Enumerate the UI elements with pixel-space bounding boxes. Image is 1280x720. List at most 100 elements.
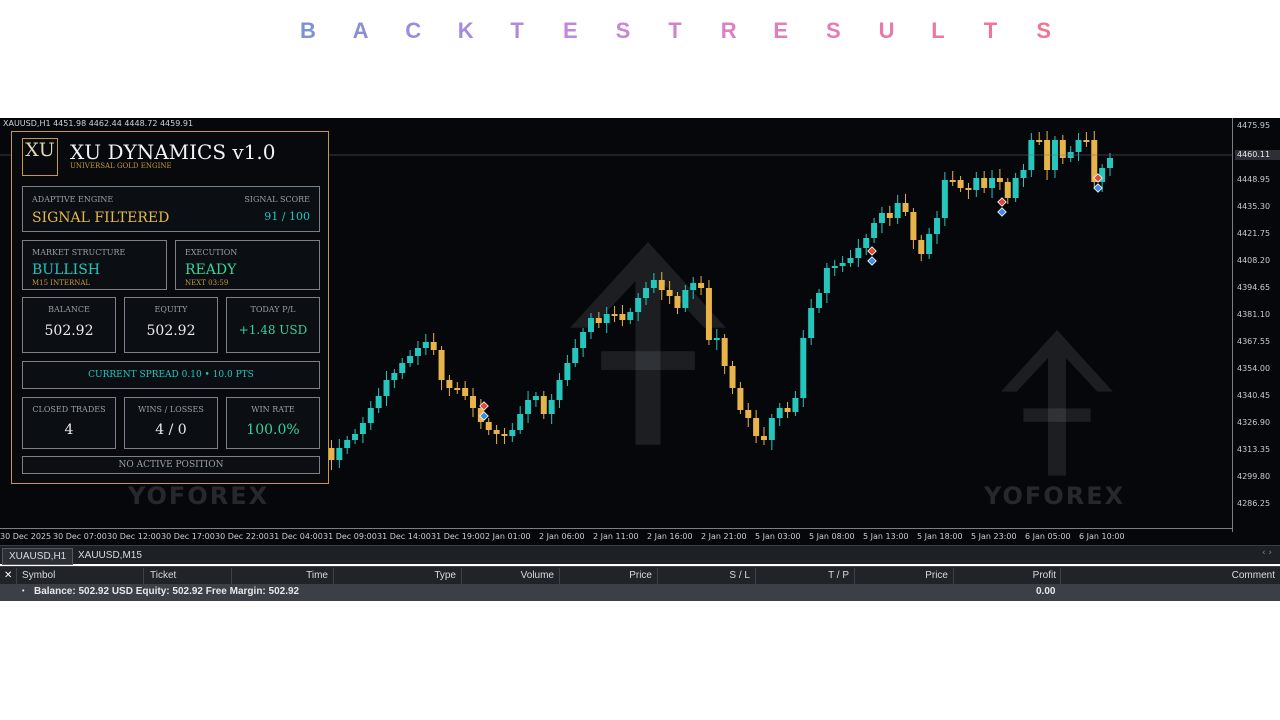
tab-xauusd-m15[interactable]: XAUUSD,M15 (72, 548, 148, 563)
time-tick-label: 31 Dec 14:00 (377, 532, 431, 541)
banner-letter: A (352, 18, 369, 43)
column-header-comment[interactable]: Comment (1232, 570, 1275, 581)
candle-body (768, 418, 775, 440)
banner-letter: K (457, 18, 474, 43)
candle-body (855, 248, 862, 258)
column-header-t-p[interactable]: T / P (828, 570, 849, 581)
panel-title: XU DYNAMICS v1.0 (70, 140, 276, 164)
candle-body (910, 212, 917, 240)
trade-marker-icon[interactable] (997, 207, 1007, 217)
spread-text: CURRENT SPREAD 0.10 • 10.0 PTS (88, 370, 254, 380)
candle-body (784, 408, 791, 412)
candle-body (1004, 182, 1011, 198)
trade-marker-icon[interactable] (867, 246, 877, 256)
column-separator (953, 568, 954, 584)
equity-label: EQUITY (154, 305, 188, 314)
candle-body (643, 288, 650, 298)
candle-body (1020, 170, 1027, 178)
time-tick-label: 6 Jan 10:00 (1079, 532, 1125, 541)
banner-letter: R (720, 18, 737, 43)
candle-body (965, 188, 972, 190)
candle-body (878, 213, 885, 223)
column-header-type[interactable]: Type (434, 570, 456, 581)
candle-body (383, 380, 390, 396)
market-structure-label: MARKET STRUCTURE (32, 248, 126, 257)
position-status-box: NO ACTIVE POSITION (22, 456, 320, 474)
candle-body (949, 180, 956, 182)
price-axis[interactable]: 4475.95 4448.95 4435.30 4421.75 4408.20 4394.… (1232, 118, 1280, 532)
candle-body (359, 423, 366, 434)
banner-letter: C (405, 18, 422, 43)
candle-body (525, 400, 532, 414)
time-tick-label: 5 Jan 08:00 (809, 532, 855, 541)
candle-body (981, 178, 988, 188)
trade-marker-icon[interactable] (867, 256, 877, 266)
column-separator (461, 568, 462, 584)
time-tick-label: 30 Dec 12:00 (107, 532, 161, 541)
candle-body (705, 288, 712, 340)
column-header-price[interactable]: Price (925, 570, 948, 581)
candle-body (430, 342, 437, 350)
price-tick-label: 4299.80 (1237, 472, 1271, 481)
column-separator (333, 568, 334, 584)
candle-body (808, 308, 815, 338)
candle-body (572, 348, 579, 363)
candle-body (658, 280, 665, 290)
column-header-time[interactable]: Time (306, 570, 328, 581)
spread-box: CURRENT SPREAD 0.10 • 10.0 PTS (22, 361, 320, 389)
bullet-icon: • (22, 588, 25, 595)
panel-subtitle: UNIVERSAL GOLD ENGINE (70, 162, 172, 170)
trade-marker-icon[interactable] (997, 197, 1007, 207)
column-header-s-l[interactable]: S / L (729, 570, 750, 581)
candle-body (831, 266, 838, 268)
column-header-price[interactable]: Price (629, 570, 652, 581)
banner-letter: T (510, 18, 524, 43)
time-axis[interactable]: 30 Dec 2025 30 Dec 07:00 30 Dec 12:00 30 De… (0, 528, 1232, 546)
win-rate-value: 100.0% (246, 422, 300, 438)
candle-body (918, 240, 925, 254)
watermark-text: YOFOREX (984, 482, 1126, 510)
equity-value: 502.92 (146, 323, 196, 339)
candle-body (1107, 158, 1113, 168)
candle-body (627, 312, 634, 320)
candle-body (470, 396, 477, 408)
price-tick-label: 4354.00 (1237, 364, 1271, 373)
column-header-profit[interactable]: Profit (1033, 570, 1056, 581)
candle-body (996, 178, 1003, 182)
candle-body (800, 338, 807, 398)
column-header-symbol[interactable]: Symbol (22, 570, 55, 581)
balance-box: BALANCE 502.92 (22, 297, 116, 353)
current-price-label: 4460.11 (1235, 150, 1280, 160)
candle-body (941, 180, 948, 218)
column-separator (1060, 568, 1061, 584)
tab-scroll-arrows[interactable]: ‹ › (1262, 548, 1272, 558)
banner-letter: E (563, 18, 578, 43)
candle-body (894, 203, 901, 218)
candle-body (760, 436, 767, 440)
banner-letter: S (1036, 18, 1052, 43)
candle-body (863, 238, 870, 248)
candle-body (729, 366, 736, 388)
candle-body (595, 318, 602, 323)
candle-body (682, 290, 689, 308)
watermark-text: YOFOREX (128, 482, 270, 510)
win-rate-box: WIN RATE 100.0% (226, 397, 320, 449)
column-header-volume[interactable]: Volume (521, 570, 554, 581)
trade-marker-icon[interactable] (1093, 183, 1103, 193)
candle-body (713, 338, 720, 340)
candle-body (926, 234, 933, 254)
time-tick-label: 2 Jan 16:00 (647, 532, 693, 541)
total-profit: 0.00 (1036, 586, 1056, 597)
column-header-ticket[interactable]: Ticket (150, 570, 176, 581)
candle-body (886, 213, 893, 218)
candle-body (1012, 178, 1019, 198)
close-icon[interactable]: ✕ (4, 570, 12, 581)
candle-body (485, 422, 492, 430)
candle-body (973, 178, 980, 190)
price-tick-label: 4313.35 (1237, 445, 1271, 454)
candle-body (635, 298, 642, 312)
time-tick-label: 30 Dec 17:00 (161, 532, 215, 541)
tab-xuausd-h1[interactable]: XUAUSD,H1 (2, 548, 74, 565)
terminal-summary-row[interactable]: • Balance: 502.92 USD Equity: 502.92 Fre… (0, 584, 1280, 601)
account-summary: Balance: 502.92 USD Equity: 502.92 Free … (34, 586, 300, 597)
